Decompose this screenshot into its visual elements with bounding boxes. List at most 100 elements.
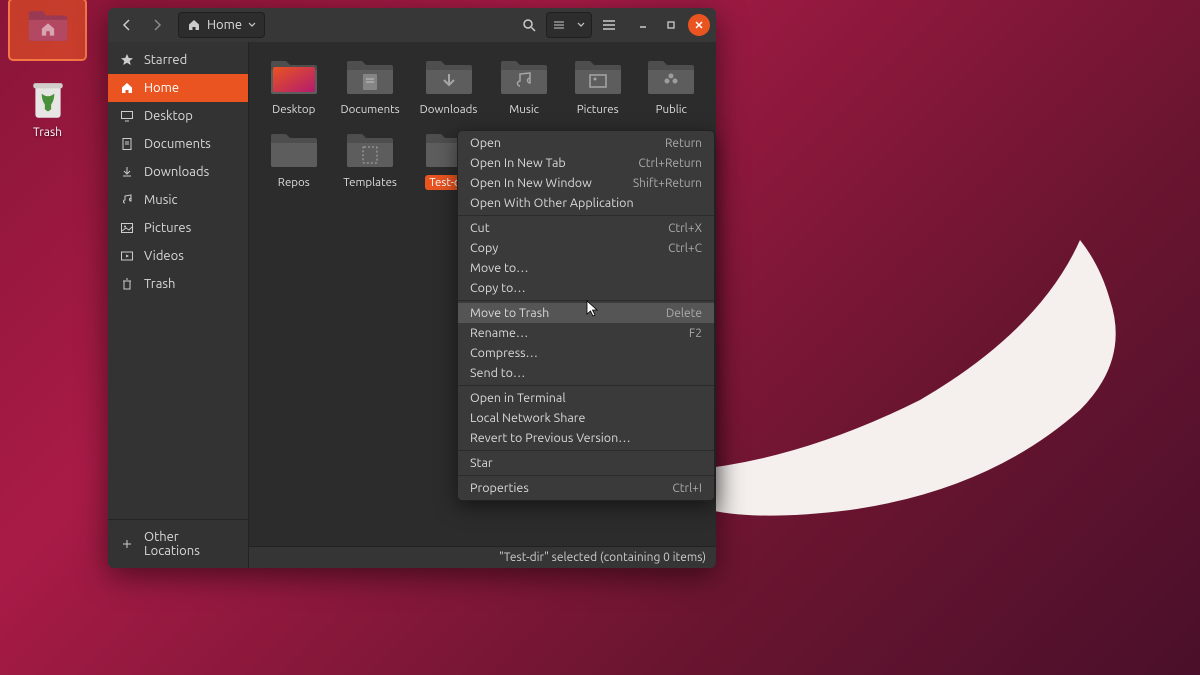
sidebar-item-label: Other Locations: [144, 530, 236, 558]
folder-icon: [498, 56, 550, 98]
sidebar-item-documents[interactable]: Documents: [108, 130, 248, 158]
folder-repos[interactable]: Repos: [259, 125, 329, 194]
folder-icon: [572, 56, 624, 98]
sidebar-item-home[interactable]: Home: [108, 74, 248, 102]
trash-icon: [27, 80, 69, 122]
desktop-home-icon[interactable]: [10, 0, 85, 59]
ctx-local-network-share[interactable]: Local Network Share: [458, 408, 714, 428]
wallpaper-art: [650, 240, 1140, 520]
downloads-icon: [120, 165, 134, 179]
ctx-label: Star: [470, 456, 493, 470]
folder-label: Templates: [339, 175, 401, 190]
ctx-star[interactable]: Star: [458, 453, 714, 473]
ctx-compress[interactable]: Compress…: [458, 343, 714, 363]
sidebar-item-label: Home: [144, 81, 179, 95]
ctx-label: Properties: [470, 481, 529, 495]
folder-label: Desktop: [268, 102, 319, 117]
star-icon: [120, 53, 134, 67]
titlebar: Home: [108, 8, 716, 42]
sidebar-item-trash[interactable]: Trash: [108, 270, 248, 298]
folder-label: Repos: [274, 175, 314, 190]
music-icon: [120, 193, 134, 207]
ctx-label: Move to…: [470, 261, 529, 275]
nav-forward-button[interactable]: [144, 12, 170, 38]
sidebar-item-pictures[interactable]: Pictures: [108, 214, 248, 242]
ctx-label: Copy to…: [470, 281, 526, 295]
nav-back-button[interactable]: [114, 12, 140, 38]
ctx-label: Open In New Window: [470, 176, 592, 190]
sidebar-item-label: Music: [144, 193, 178, 207]
ctx-revert-to-previous-version[interactable]: Revert to Previous Version…: [458, 428, 714, 448]
view-list-button[interactable]: [547, 13, 571, 37]
folder-desktop[interactable]: Desktop: [259, 52, 329, 121]
search-button[interactable]: [516, 12, 542, 38]
sidebar-other-locations[interactable]: Other Locations: [108, 519, 248, 568]
cursor-arrow-icon: [586, 300, 600, 318]
window-close-button[interactable]: [688, 14, 710, 36]
folder-templates[interactable]: Templates: [333, 125, 408, 194]
ctx-properties[interactable]: Properties Ctrl+I: [458, 478, 714, 498]
folder-pictures[interactable]: Pictures: [563, 52, 633, 121]
status-text: "Test-dir" selected (containing 0 items): [499, 551, 706, 564]
sidebar-item-videos[interactable]: Videos: [108, 242, 248, 270]
caret-down-icon: [248, 22, 256, 28]
desktop-trash-icon[interactable]: Trash: [10, 80, 85, 139]
ctx-label: Rename…: [470, 326, 528, 340]
ctx-open-in-terminal[interactable]: Open in Terminal: [458, 388, 714, 408]
ctx-send-to[interactable]: Send to…: [458, 363, 714, 383]
chevron-right-icon: [152, 19, 162, 31]
sidebar-item-music[interactable]: Music: [108, 186, 248, 214]
ctx-shortcut: F2: [689, 327, 702, 340]
ctx-rename[interactable]: Rename… F2: [458, 323, 714, 343]
path-bar[interactable]: Home: [178, 12, 265, 38]
ctx-label: Open With Other Application: [470, 196, 634, 210]
ctx-shortcut: Ctrl+C: [668, 242, 702, 255]
ctx-label: Open in Terminal: [470, 391, 566, 405]
ctx-copy-to[interactable]: Copy to…: [458, 278, 714, 298]
sidebar: Starred Home DesktopDocuments Downloads Musi…: [108, 42, 249, 568]
ctx-open-in-new-tab[interactable]: Open In New Tab Ctrl+Return: [458, 153, 714, 173]
ctx-shortcut: Ctrl+I: [672, 482, 702, 495]
window-maximize-button[interactable]: [660, 14, 682, 36]
folder-label: Pictures: [573, 102, 623, 117]
ctx-shortcut: Return: [665, 137, 702, 150]
plus-icon: [120, 537, 134, 551]
hamburger-menu-button[interactable]: [596, 12, 622, 38]
window-minimize-button[interactable]: [632, 14, 654, 36]
ctx-copy[interactable]: Copy Ctrl+C: [458, 238, 714, 258]
folder-music[interactable]: Music: [489, 52, 559, 121]
sidebar-item-label: Downloads: [144, 165, 209, 179]
ctx-cut[interactable]: CutCtrl+X: [458, 218, 714, 238]
sidebar-item-starred[interactable]: Starred: [108, 46, 248, 74]
view-options-dropdown[interactable]: [571, 13, 591, 37]
ctx-label: Open: [470, 136, 501, 150]
hamburger-icon: [602, 19, 616, 31]
ctx-label: Copy: [470, 241, 498, 255]
home-icon: [187, 18, 201, 32]
ctx-shortcut: Ctrl+Return: [638, 157, 702, 170]
ctx-open[interactable]: Open Return: [458, 133, 714, 153]
minimize-icon: [638, 20, 648, 30]
desktop-icon: [120, 109, 134, 123]
sidebar-item-label: Starred: [144, 53, 187, 67]
path-label: Home: [207, 18, 242, 32]
ctx-open-with-other-application[interactable]: Open With Other Application: [458, 193, 714, 213]
home-icon: [120, 81, 134, 95]
ctx-shortcut: Shift+Return: [633, 177, 702, 190]
ctx-label: Local Network Share: [470, 411, 585, 425]
ctx-move-to[interactable]: Move to…: [458, 258, 714, 278]
folder-home-icon: [27, 5, 69, 47]
ctx-label: Open In New Tab: [470, 156, 566, 170]
folder-label: Downloads: [416, 102, 482, 117]
sidebar-item-downloads[interactable]: Downloads: [108, 158, 248, 186]
sidebar-item-desktop[interactable]: Desktop: [108, 102, 248, 130]
folder-icon: [268, 129, 320, 171]
folder-documents[interactable]: Documents: [333, 52, 408, 121]
ctx-label: Compress…: [470, 346, 538, 360]
list-lines-icon: [553, 19, 565, 31]
folder-downloads[interactable]: Downloads: [412, 52, 486, 121]
folder-public[interactable]: Public: [636, 52, 706, 121]
ctx-open-in-new-window[interactable]: Open In New Window Shift+Return: [458, 173, 714, 193]
maximize-icon: [666, 20, 676, 30]
ctx-label: Move to Trash: [470, 306, 549, 320]
